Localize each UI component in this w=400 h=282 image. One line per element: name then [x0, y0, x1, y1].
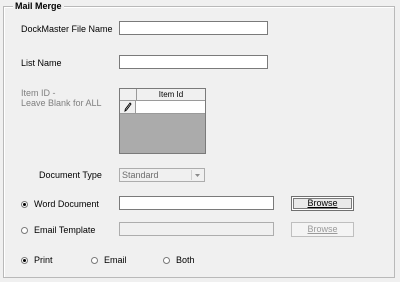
email-template-input[interactable]: [119, 222, 274, 236]
word-document-label: Word Document: [34, 199, 99, 209]
email-template-radio[interactable]: Email Template: [21, 225, 95, 235]
email-radio[interactable]: Email: [91, 255, 127, 265]
print-radio-dot[interactable]: [21, 256, 28, 264]
grid-new-row[interactable]: [120, 101, 205, 114]
browse-email-template-button[interactable]: Browse: [291, 222, 354, 237]
document-type-value: Standard: [122, 170, 159, 180]
row-indicator: [120, 101, 136, 113]
mail-merge-group-title: Mail Merge: [13, 1, 64, 11]
word-document-radio[interactable]: Word Document: [21, 199, 99, 209]
print-radio[interactable]: Print: [21, 255, 53, 265]
item-id-column-header[interactable]: Item Id: [137, 89, 205, 100]
word-document-radio-dot[interactable]: [21, 200, 28, 208]
item-id-grid[interactable]: Item Id: [119, 88, 206, 154]
email-label: Email: [104, 255, 127, 265]
item-id-label: Item ID -: [21, 88, 56, 98]
both-label: Both: [176, 255, 195, 265]
both-radio[interactable]: Both: [163, 255, 195, 265]
chevron-down-icon[interactable]: [191, 170, 203, 180]
print-label: Print: [34, 255, 53, 265]
list-name-input[interactable]: [119, 55, 268, 69]
dockmaster-file-name-label: DockMaster File Name: [21, 24, 113, 34]
pencil-icon: [124, 102, 132, 112]
browse-word-button[interactable]: Browse: [291, 196, 354, 211]
word-document-input[interactable]: [119, 196, 274, 210]
both-radio-dot[interactable]: [163, 256, 170, 264]
document-type-label: Document Type: [39, 170, 102, 180]
grid-corner: [120, 89, 137, 100]
email-template-label: Email Template: [34, 225, 96, 235]
browse-email-template-button-label: Browse: [307, 224, 338, 234]
browse-word-button-label: Browse: [307, 198, 338, 208]
grid-header: Item Id: [120, 89, 205, 101]
dockmaster-file-name-input[interactable]: [119, 21, 268, 35]
document-type-select[interactable]: Standard: [119, 168, 205, 182]
item-id-hint-label: Leave Blank for ALL: [21, 98, 102, 108]
email-radio-dot[interactable]: [91, 256, 98, 264]
list-name-label: List Name: [21, 58, 62, 68]
email-template-radio-dot[interactable]: [21, 226, 28, 234]
item-id-cell[interactable]: [137, 101, 205, 113]
